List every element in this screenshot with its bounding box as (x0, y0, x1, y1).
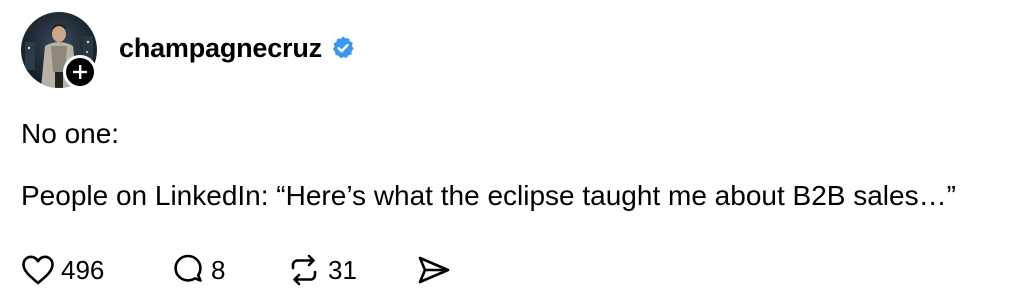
plus-icon (73, 65, 87, 79)
action-bar: 496 8 31 (21, 250, 452, 290)
send-icon (418, 256, 450, 284)
follow-button[interactable] (63, 55, 97, 89)
repost-button[interactable]: 31 (286, 253, 416, 287)
share-button[interactable] (416, 254, 452, 286)
post-text-line-2: People on LinkedIn: “Here’s what the ecl… (21, 180, 956, 211)
username[interactable]: champagnecruz (119, 33, 322, 64)
author-row: champagnecruz (119, 28, 356, 68)
like-count: 496 (61, 254, 105, 285)
comment-icon (174, 254, 202, 282)
like-button[interactable]: 496 (21, 254, 171, 286)
repost-count: 31 (328, 254, 357, 285)
avatar-container[interactable] (21, 12, 97, 89)
verified-badge-icon (332, 36, 354, 59)
post-card: champagnecruz No one: People on LinkedIn… (0, 0, 1024, 308)
reply-button[interactable]: 8 (171, 253, 286, 287)
post-text-line-1: No one: (21, 118, 120, 149)
repost-icon (291, 254, 317, 286)
reply-count: 8 (211, 254, 226, 285)
heart-icon (22, 255, 54, 285)
